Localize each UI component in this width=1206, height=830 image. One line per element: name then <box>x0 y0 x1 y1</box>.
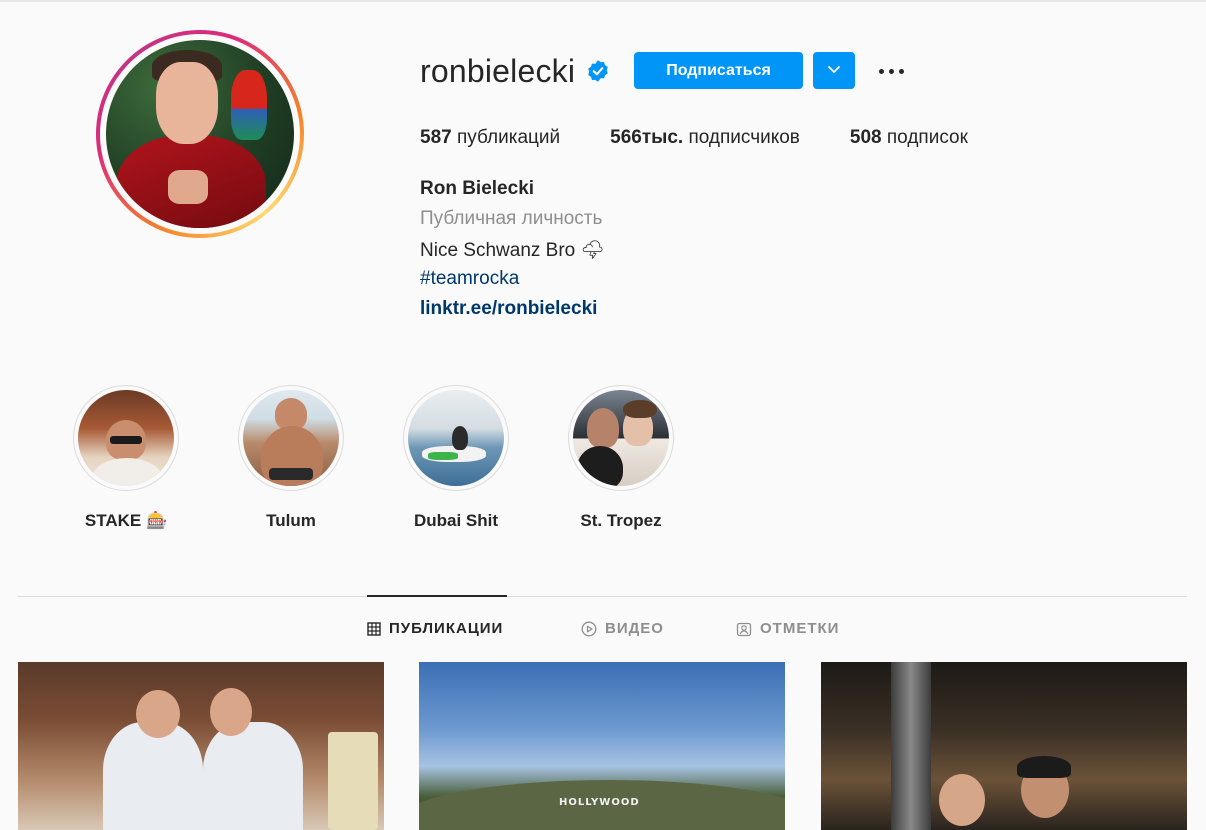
posts-label: публикаций <box>456 127 561 148</box>
highlight-ring <box>568 385 674 491</box>
more-options-button[interactable] <box>872 56 912 86</box>
highlight-cover <box>408 390 504 486</box>
profile-stats: 587 публикаций 566тыс. подписчиков 508 п… <box>420 127 1018 149</box>
following-label: подписок <box>886 127 968 148</box>
post-sign-text: HOLLYWOOD <box>559 797 640 808</box>
post-thumbnail[interactable]: HOLLYWOOD <box>419 662 785 830</box>
chevron-down-icon <box>828 66 840 73</box>
post-thumbnail[interactable] <box>821 662 1187 830</box>
tabs-divider <box>18 596 1187 597</box>
highlight-cover <box>573 390 669 486</box>
following-stat[interactable]: 508 подписок <box>850 127 968 149</box>
active-tab-indicator <box>367 595 507 597</box>
highlight-ring <box>403 385 509 491</box>
suggested-accounts-button[interactable] <box>813 52 855 89</box>
profile-avatar-story-ring[interactable] <box>96 30 304 238</box>
story-highlight[interactable]: Tulum <box>231 385 351 531</box>
profile-username: ronbielecki <box>420 53 576 89</box>
story-highlight[interactable]: STAKE 🎰 <box>66 385 186 531</box>
highlight-cover <box>243 390 339 486</box>
highlight-ring <box>73 385 179 491</box>
post-thumbnail[interactable] <box>18 662 384 830</box>
grid-icon <box>367 621 381 636</box>
highlight-label: St. Tropez <box>580 511 662 530</box>
follow-button[interactable]: Подписаться <box>634 52 803 89</box>
followers-label: подписчиков <box>688 127 800 148</box>
play-icon <box>581 621 597 636</box>
tab-video[interactable]: ВИДЕО <box>581 620 664 637</box>
tab-tagged-label: ОТМЕТКИ <box>760 620 840 637</box>
avatar <box>106 40 294 228</box>
followers-count: 566тыс. <box>610 127 684 148</box>
tab-posts[interactable]: ПУБЛИКАЦИИ <box>367 620 503 637</box>
following-count: 508 <box>849 127 882 148</box>
top-border <box>0 0 1206 2</box>
bio-hashtag-link[interactable]: #teamrocka <box>420 268 519 290</box>
avatar-inner-border <box>100 34 300 234</box>
highlight-label: Dubai Shit <box>413 511 499 530</box>
profile-bio: Nice Schwanz Bro 🌩 <box>420 240 605 261</box>
profile-category: Публичная личность <box>420 208 603 229</box>
tab-posts-label: ПУБЛИКАЦИИ <box>389 620 504 637</box>
posts-count: 587 <box>420 127 452 148</box>
story-highlight[interactable]: St. Tropez <box>561 385 681 531</box>
posts-count-stat: 587 публикаций <box>420 127 560 149</box>
tab-video-label: ВИДЕО <box>605 620 664 637</box>
tagged-user-icon <box>736 622 752 636</box>
tab-tagged[interactable]: ОТМЕТКИ <box>736 620 839 637</box>
highlight-cover <box>78 390 174 486</box>
bio-external-link[interactable]: linktr.ee/ronbielecki <box>420 298 597 320</box>
highlight-label: STAKE 🎰 <box>84 511 168 530</box>
highlight-label: Tulum <box>266 511 316 530</box>
story-highlight[interactable]: Dubai Shit <box>396 385 516 531</box>
highlight-ring <box>238 385 344 491</box>
followers-stat[interactable]: 566тыс. подписчиков <box>610 127 800 149</box>
profile-full-name: Ron Bielecki <box>420 178 535 199</box>
verified-badge-icon <box>588 60 608 82</box>
